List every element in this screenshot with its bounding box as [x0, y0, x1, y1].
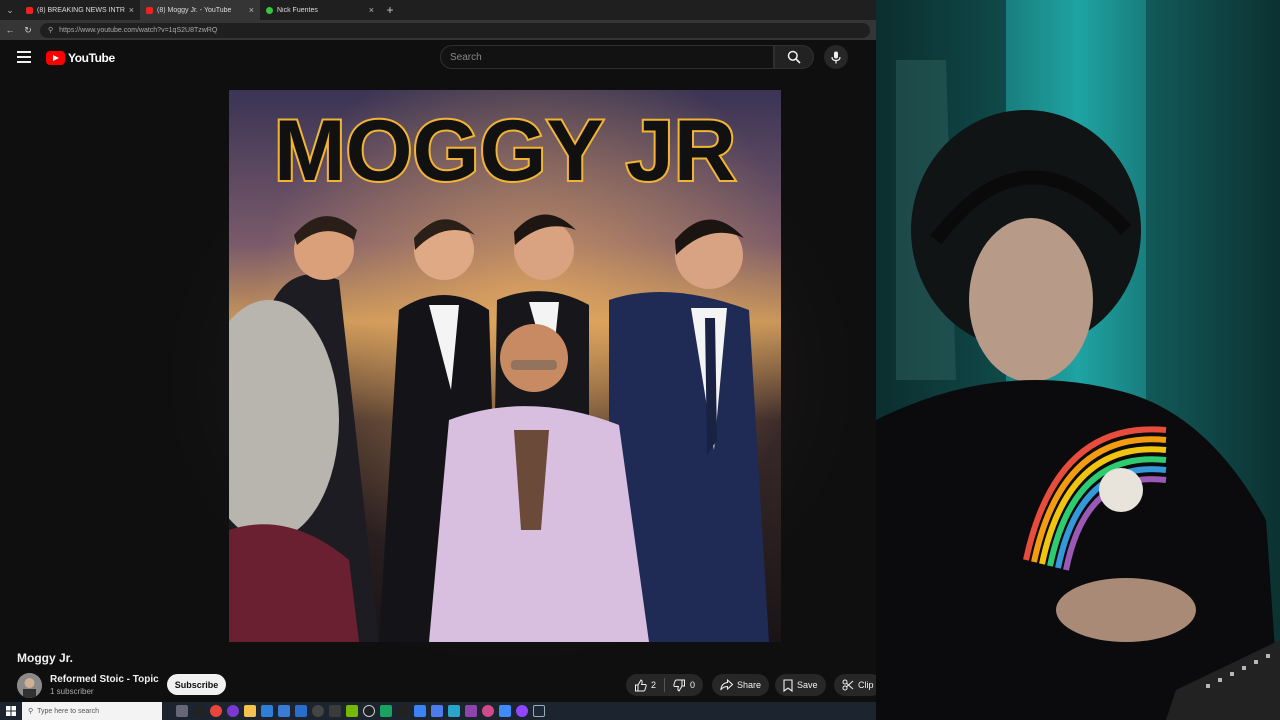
- scissors-icon: [842, 679, 854, 691]
- share-icon: [720, 679, 733, 691]
- webcam-image: [876, 0, 1280, 720]
- url-field[interactable]: ⚲ https://www.youtube.com/watch?v=1qS2U8…: [40, 22, 870, 38]
- youtube-favicon-icon: [26, 6, 33, 14]
- search-icon: [787, 50, 801, 64]
- windows-start-icon[interactable]: [0, 702, 22, 720]
- app-icon[interactable]: [431, 705, 443, 717]
- app-icon[interactable]: [278, 705, 290, 717]
- dislike-count[interactable]: 0: [690, 680, 695, 690]
- video-player[interactable]: MOGGY JR: [229, 90, 781, 642]
- taskbar-pinned-apps: [162, 705, 545, 717]
- file-explorer-icon[interactable]: [244, 705, 256, 717]
- tab-label: Nick Fuentes: [277, 6, 318, 14]
- app-icon[interactable]: [465, 705, 477, 717]
- new-tab-icon[interactable]: +: [380, 3, 400, 17]
- subscriber-count: 1 subscriber: [50, 687, 94, 696]
- app-icon[interactable]: [414, 705, 426, 717]
- app-icon[interactable]: [448, 705, 460, 717]
- app-icon[interactable]: [482, 705, 494, 717]
- app-icon[interactable]: [363, 705, 375, 717]
- save-group: Save: [775, 674, 826, 696]
- close-tab-icon[interactable]: ×: [369, 5, 374, 15]
- search-input[interactable]: Search: [440, 45, 774, 69]
- avatar-image: [17, 673, 42, 698]
- app-icon[interactable]: [312, 705, 324, 717]
- search-button[interactable]: [774, 45, 814, 69]
- bookmark-icon: [783, 678, 793, 692]
- save-label: Save: [797, 680, 818, 690]
- share-group: Share: [712, 674, 770, 696]
- app-icon[interactable]: [380, 705, 392, 717]
- rumble-favicon-icon: [266, 6, 273, 14]
- taskbar-search-placeholder: Type here to search: [37, 707, 100, 715]
- thumbnail-title: MOGGY JR: [274, 103, 736, 199]
- youtube-logo[interactable]: YouTube: [46, 51, 115, 65]
- webcam-feed: [876, 0, 1280, 720]
- channel-avatar[interactable]: [17, 673, 42, 698]
- close-tab-icon[interactable]: ×: [249, 5, 254, 15]
- video-thumbnail-art: MOGGY JR: [229, 90, 781, 642]
- nvidia-icon[interactable]: [346, 705, 358, 717]
- windows-taskbar: ⚲ Type here to search: [0, 702, 876, 720]
- task-view-icon[interactable]: [176, 705, 188, 717]
- youtube-play-icon: [46, 51, 65, 65]
- browser-tab[interactable]: (8) BREAKING NEWS INTRO BACKGR ×: [20, 0, 140, 20]
- like-count[interactable]: 2: [651, 680, 656, 690]
- like-dislike-group: 2 0: [626, 674, 704, 696]
- share-button[interactable]: Share: [712, 674, 770, 696]
- site-info-icon[interactable]: ⚲: [48, 26, 53, 34]
- tab-label: (8) Moggy Jr. - YouTube: [157, 6, 232, 14]
- app-icon[interactable]: [193, 705, 205, 717]
- app-icon[interactable]: [499, 705, 511, 717]
- clip-group: Clip: [834, 674, 876, 696]
- tab-search-chevron-icon[interactable]: ⌄: [0, 0, 20, 20]
- browser-tab[interactable]: Nick Fuentes ×: [260, 0, 380, 20]
- save-button[interactable]: Save: [775, 674, 826, 696]
- twitch-icon[interactable]: [516, 705, 528, 717]
- url-text: https://www.youtube.com/watch?v=1qS2U8Tz…: [59, 26, 218, 34]
- address-bar-row: ← ↻ ⚲ https://www.youtube.com/watch?v=1q…: [0, 20, 876, 40]
- like-dislike-pill: 2 0: [626, 674, 704, 696]
- clip-label: Clip: [858, 680, 874, 690]
- reload-icon[interactable]: ↻: [22, 25, 34, 36]
- youtube-header: YouTube Search: [0, 40, 876, 76]
- voice-search-button[interactable]: [824, 45, 848, 69]
- close-tab-icon[interactable]: ×: [129, 5, 134, 15]
- divider: [664, 678, 666, 692]
- share-label: Share: [737, 680, 762, 690]
- subscribe-button[interactable]: Subscribe: [167, 674, 226, 695]
- taskbar-search-input[interactable]: ⚲ Type here to search: [22, 702, 162, 720]
- youtube-page: YouTube Search MOGGY JR Moggy Jr. Reform…: [0, 40, 876, 702]
- thumbs-up-icon[interactable]: [634, 678, 647, 692]
- app-icon[interactable]: [397, 705, 409, 717]
- channel-name[interactable]: Reformed Stoic - Topic: [50, 674, 159, 685]
- menu-icon[interactable]: [17, 51, 31, 63]
- app-icon[interactable]: [227, 705, 239, 717]
- app-icon[interactable]: [329, 705, 341, 717]
- video-title: Moggy Jr.: [17, 651, 74, 665]
- app-icon[interactable]: [295, 705, 307, 717]
- browser-tabstrip: ⌄ (8) BREAKING NEWS INTRO BACKGR × (8) M…: [0, 0, 876, 20]
- steam-icon[interactable]: [533, 705, 545, 717]
- search-placeholder: Search: [450, 51, 482, 63]
- back-arrow-icon[interactable]: ←: [4, 25, 16, 35]
- chrome-icon[interactable]: [210, 705, 222, 717]
- screen: ⌄ (8) BREAKING NEWS INTRO BACKGR × (8) M…: [0, 0, 1280, 720]
- tab-label: (8) BREAKING NEWS INTRO BACKGR: [37, 6, 125, 14]
- youtube-favicon-icon: [146, 6, 153, 14]
- microphone-icon: [831, 51, 841, 63]
- app-icon[interactable]: [261, 705, 273, 717]
- browser-tab-active[interactable]: (8) Moggy Jr. - YouTube ×: [140, 0, 260, 20]
- youtube-wordmark: YouTube: [68, 51, 115, 65]
- thumbs-down-icon[interactable]: [673, 679, 686, 692]
- clip-button[interactable]: Clip: [834, 674, 876, 696]
- search-icon: ⚲: [28, 708, 34, 715]
